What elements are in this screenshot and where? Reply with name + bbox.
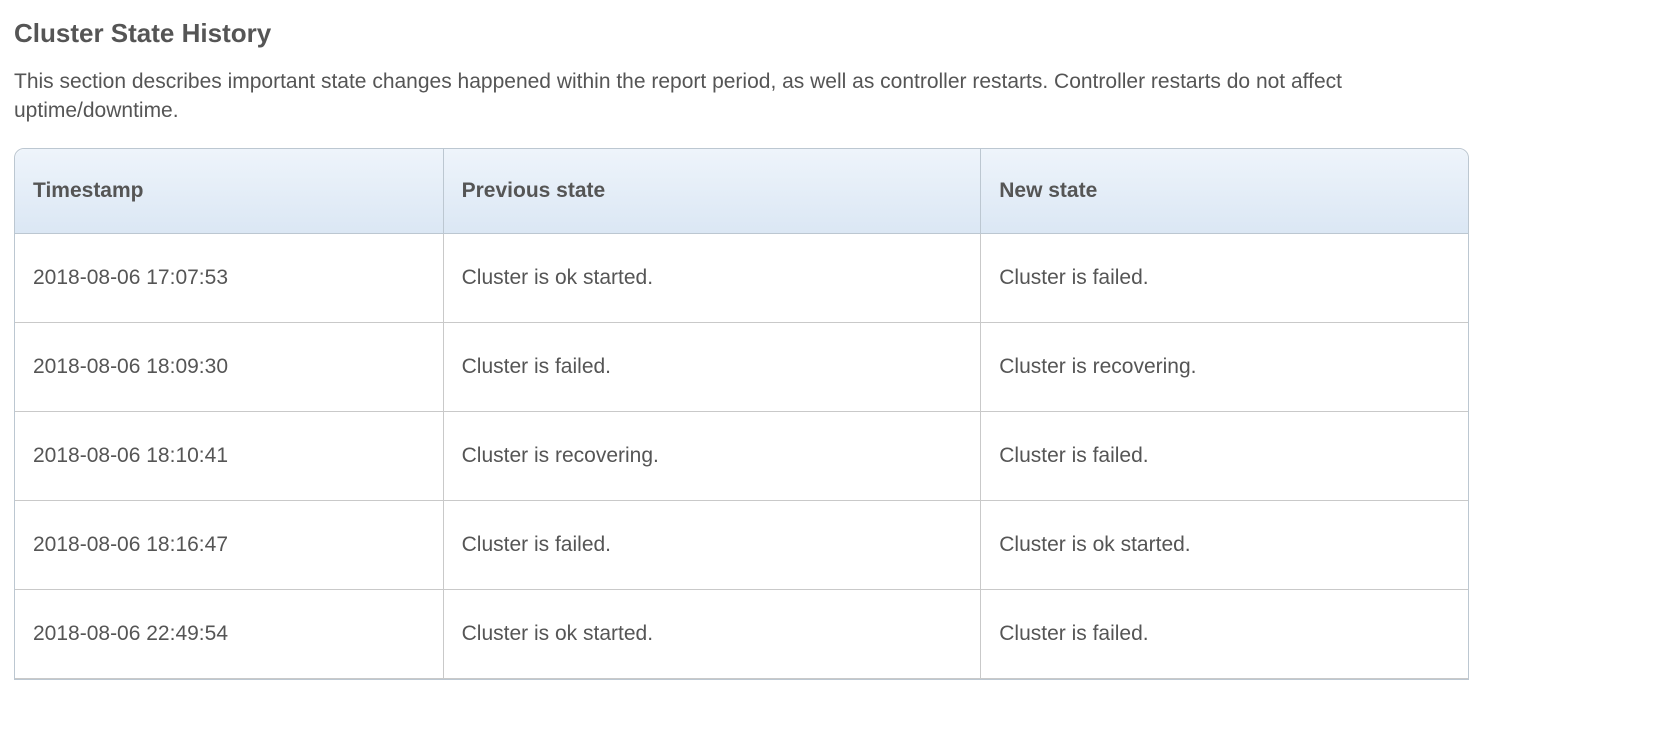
cell-timestamp: 2018-08-06 22:49:54 (15, 590, 444, 679)
cell-previous-state: Cluster is failed. (444, 323, 982, 412)
section-description: This section describes important state c… (14, 67, 1474, 126)
state-history-table: Timestamp Previous state New state 2018-… (14, 148, 1469, 680)
cell-new-state: Cluster is recovering. (981, 323, 1468, 412)
table-header-row: Timestamp Previous state New state (15, 149, 1468, 234)
table-row: 2018-08-06 18:10:41 Cluster is recoverin… (15, 412, 1468, 501)
column-header-new-state: New state (981, 149, 1468, 234)
cell-new-state: Cluster is failed. (981, 590, 1468, 679)
section-title: Cluster State History (14, 18, 1658, 49)
cell-previous-state: Cluster is recovering. (444, 412, 982, 501)
cell-new-state: Cluster is failed. (981, 234, 1468, 323)
cell-previous-state: Cluster is ok started. (444, 234, 982, 323)
cell-timestamp: 2018-08-06 18:16:47 (15, 501, 444, 590)
cell-previous-state: Cluster is failed. (444, 501, 982, 590)
cell-timestamp: 2018-08-06 18:09:30 (15, 323, 444, 412)
cell-timestamp: 2018-08-06 18:10:41 (15, 412, 444, 501)
cell-previous-state: Cluster is ok started. (444, 590, 982, 679)
table-row: 2018-08-06 17:07:53 Cluster is ok starte… (15, 234, 1468, 323)
column-header-previous-state: Previous state (444, 149, 982, 234)
cell-timestamp: 2018-08-06 17:07:53 (15, 234, 444, 323)
cell-new-state: Cluster is ok started. (981, 501, 1468, 590)
table-row: 2018-08-06 22:49:54 Cluster is ok starte… (15, 590, 1468, 679)
table-row: 2018-08-06 18:16:47 Cluster is failed. C… (15, 501, 1468, 590)
table-row: 2018-08-06 18:09:30 Cluster is failed. C… (15, 323, 1468, 412)
column-header-timestamp: Timestamp (15, 149, 444, 234)
cell-new-state: Cluster is failed. (981, 412, 1468, 501)
